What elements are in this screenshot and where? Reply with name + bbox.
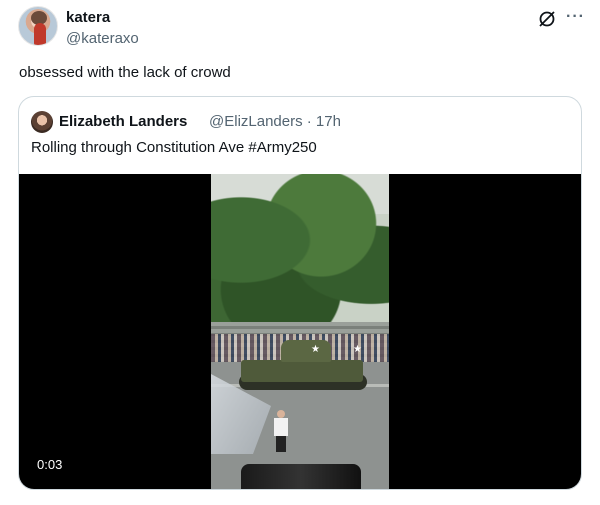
tweet: katera @kateraxo ··· obsessed with the l…: [0, 0, 600, 505]
author-avatar[interactable]: [18, 6, 58, 46]
more-icon[interactable]: ···: [566, 8, 585, 26]
tank-star-icon: ★: [311, 344, 320, 355]
quoted-author-avatar[interactable]: [31, 111, 53, 133]
quoted-author-meta[interactable]: @ElizLanders · 17h: [209, 113, 341, 130]
person-head: [277, 410, 285, 418]
tank-star-icon: ★: [353, 344, 362, 355]
tweet-text: obsessed with the lack of crowd: [19, 64, 231, 81]
video-timestamp: 0:03: [31, 455, 69, 474]
tank-turret: [281, 340, 331, 362]
quoted-tweet-text: Rolling through Constitution Ave #Army25…: [31, 139, 317, 156]
author-name[interactable]: katera: [66, 9, 110, 26]
video-person: [273, 410, 289, 452]
person-shirt: [274, 418, 288, 436]
tank-body: [241, 360, 363, 382]
person-legs: [276, 436, 286, 452]
video-trees: [211, 174, 389, 339]
quoted-author-name[interactable]: Elizabeth Landers: [59, 113, 187, 130]
quoted-tweet[interactable]: Elizabeth Landers @ElizLanders · 17h Rol…: [18, 96, 582, 490]
author-handle[interactable]: @kateraxo: [66, 30, 139, 47]
avatar-figure: [34, 23, 46, 45]
video-camera-foreground: [241, 464, 361, 489]
video-player[interactable]: ★ ★ 0:03: [19, 174, 581, 489]
video-frame: ★ ★: [211, 174, 389, 489]
grok-icon[interactable]: [537, 9, 557, 29]
